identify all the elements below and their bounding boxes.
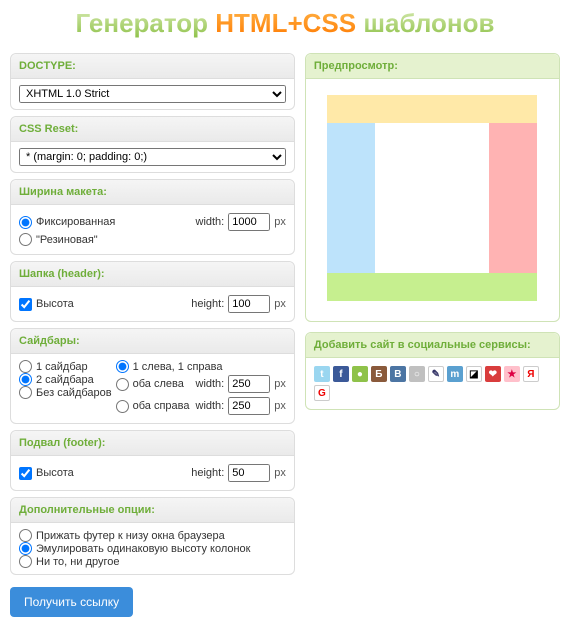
header-label: Шапка (header): [11,262,294,287]
delicious-icon[interactable]: ◪ [466,366,482,382]
vk-icon[interactable]: B [390,366,406,382]
yandex-icon[interactable]: Я [523,366,539,382]
title-part2: HTML+CSS [215,8,356,38]
doctype-label: DOCTYPE: [11,54,294,79]
sb-pos3-radio[interactable] [116,400,129,413]
sb-count0-radio[interactable] [19,386,32,399]
extra-label: Дополнительные опции: [11,498,294,523]
form-column: DOCTYPE: XHTML 1.0 Strict CSS Reset: * (… [10,53,295,617]
doctype-select[interactable]: XHTML 1.0 Strict [19,85,286,103]
header-height-check-label: Высота [36,298,74,310]
width-unit: px [274,216,286,228]
header-height-check[interactable] [19,298,32,311]
layout-preview [327,95,537,301]
width-label: Ширина макета: [11,180,294,205]
moikrug-icon[interactable]: ○ [409,366,425,382]
social-label: Добавить сайт в социальные сервисы: [306,333,559,358]
sb-w2-input[interactable] [228,397,270,415]
sb-w1-input[interactable] [228,375,270,393]
footer-height-input[interactable] [228,464,270,482]
preview-sidebar-right [489,123,537,273]
extra-opt2-radio[interactable] [19,542,32,555]
sb-count1-radio[interactable] [19,360,32,373]
preview-content [375,123,489,273]
header-height-unit: px [274,298,286,310]
width-input[interactable] [228,213,270,231]
preview-label: Предпросмотр: [306,54,559,79]
reset-select[interactable]: * (margin: 0; padding: 0;) [19,148,286,166]
footer-label: Подвал (footer): [11,431,294,456]
width-panel: Ширина макета: Фиксированная width: px "… [10,179,295,255]
width-fluid-radio[interactable] [19,233,32,246]
doctype-panel: DOCTYPE: XHTML 1.0 Strict [10,53,295,110]
width-width-label: width: [196,216,225,228]
footer-panel: Подвал (footer): Высота height: px [10,430,295,491]
sb-count2-radio[interactable] [19,373,32,386]
extra-panel: Дополнительные опции: Прижать футер к ни… [10,497,295,575]
mister-wong-icon[interactable]: ❤ [485,366,501,382]
twitter-icon[interactable]: t [314,366,330,382]
bookmark-icon[interactable]: ★ [504,366,520,382]
width-fixed-radio[interactable] [19,216,32,229]
social-icons: tf●БB○✎m◪❤★Я G [306,358,559,409]
reset-label: CSS Reset: [11,117,294,142]
memori-icon[interactable]: m [447,366,463,382]
footer-height-check[interactable] [19,467,32,480]
buzz-icon[interactable]: ● [352,366,368,382]
header-height-input[interactable] [228,295,270,313]
submit-button[interactable]: Получить ссылку [10,587,133,617]
sb-pos1-radio[interactable] [116,360,129,373]
extra-opt1-radio[interactable] [19,529,32,542]
social-panel: Добавить сайт в социальные сервисы: tf●Б… [305,332,560,410]
bobrdobr-icon[interactable]: Б [371,366,387,382]
preview-sidebar-left [327,123,375,273]
sidebars-panel: Сайдбары: 1 сайдбар 2 сайдбара Без сайдб… [10,328,295,424]
main-layout: DOCTYPE: XHTML 1.0 Strict CSS Reset: * (… [0,53,570,627]
title-part1: Генератор [75,8,215,38]
title-part3: шаблонов [356,8,494,38]
google-icon[interactable]: G [314,385,330,401]
preview-footer [327,273,537,301]
preview-panel: Предпросмотр: [305,53,560,322]
preview-header [327,95,537,123]
header-height-label: height: [191,298,224,310]
reset-panel: CSS Reset: * (margin: 0; padding: 0;) [10,116,295,173]
width-fixed-label: Фиксированная [36,216,115,228]
width-fluid-label: "Резиновая" [36,234,98,246]
sb-pos2-radio[interactable] [116,378,129,391]
livejournal-icon[interactable]: ✎ [428,366,444,382]
extra-opt3-radio[interactable] [19,555,32,568]
page-title: Генератор HTML+CSS шаблонов [0,0,570,53]
facebook-icon[interactable]: f [333,366,349,382]
header-panel: Шапка (header): Высота height: px [10,261,295,322]
right-column: Предпросмотр: Добавить сайт в социальные… [305,53,560,617]
sidebars-label: Сайдбары: [11,329,294,354]
